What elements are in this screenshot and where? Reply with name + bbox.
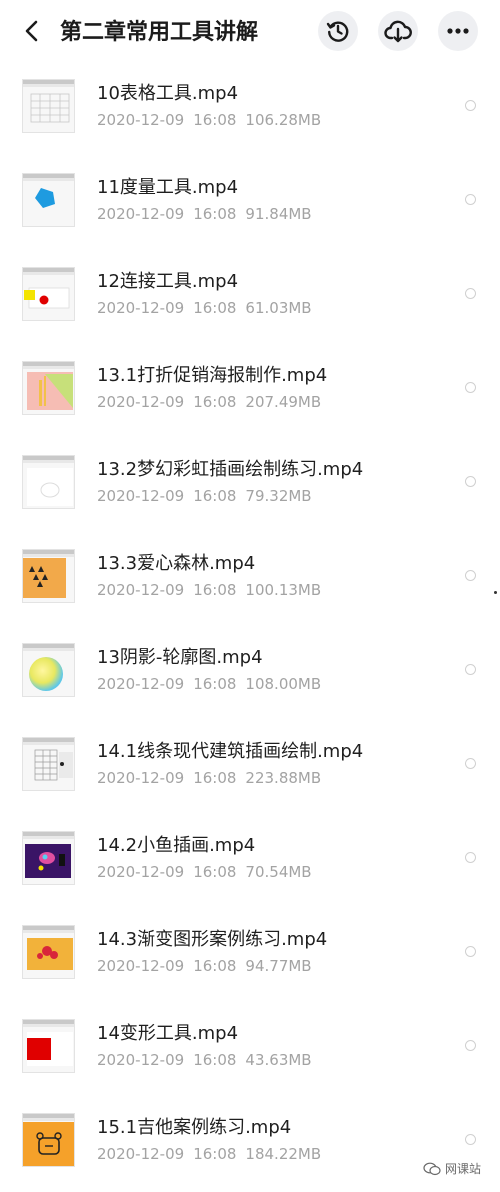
video-thumbnail [22, 643, 75, 697]
video-thumbnail [22, 455, 75, 509]
file-meta: 2020-12-09 16:08 61.03MB [97, 299, 312, 317]
file-meta: 2020-12-09 16:08 106.28MB [97, 111, 322, 129]
file-row[interactable]: 13.3爱心森林.mp4 2020-12-09 16:08 100.13MB [0, 532, 500, 626]
file-name: 12连接工具.mp4 [97, 271, 239, 292]
file-row[interactable]: 14.3渐变图形案例练习.mp4 2020-12-09 16:08 94.77MB [0, 908, 500, 1002]
file-meta: 2020-12-09 16:08 94.77MB [97, 957, 312, 975]
top-bar: 第二章常用工具讲解 [0, 0, 500, 62]
video-thumbnail [22, 267, 75, 321]
file-name: 14.3渐变图形案例练习.mp4 [97, 929, 328, 950]
file-name: 13阴影-轮廓图.mp4 [97, 647, 263, 668]
select-radio[interactable] [465, 1040, 476, 1051]
video-thumbnail [22, 737, 75, 791]
video-thumbnail [22, 549, 75, 603]
file-row[interactable]: 11度量工具.mp4 2020-12-09 16:08 91.84MB [0, 156, 500, 250]
select-radio[interactable] [465, 382, 476, 393]
file-meta: 2020-12-09 16:08 223.88MB [97, 769, 322, 787]
video-thumbnail [22, 79, 75, 133]
file-name: 15.1吉他案例练习.mp4 [97, 1117, 292, 1138]
file-meta: 2020-12-09 16:08 91.84MB [97, 205, 312, 223]
file-name: 13.2梦幻彩虹插画绘制练习.mp4 [97, 459, 364, 480]
select-radio[interactable] [465, 1134, 476, 1145]
history-icon [326, 21, 349, 42]
file-name: 13.1打折促销海报制作.mp4 [97, 365, 328, 386]
file-name: 11度量工具.mp4 [97, 177, 239, 198]
file-meta: 2020-12-09 16:08 184.22MB [97, 1145, 322, 1163]
select-radio[interactable] [465, 664, 476, 675]
select-radio[interactable] [465, 288, 476, 299]
wechat-icon [423, 1162, 441, 1175]
back-button[interactable] [18, 16, 46, 46]
file-row[interactable]: 10表格工具.mp4 2020-12-09 16:08 106.28MB [0, 62, 500, 156]
file-meta: 2020-12-09 16:08 100.13MB [97, 581, 322, 599]
file-meta: 2020-12-09 16:08 108.00MB [97, 675, 322, 693]
video-thumbnail [22, 1019, 75, 1073]
file-row[interactable]: 14.2小鱼插画.mp4 2020-12-09 16:08 70.54MB [0, 814, 500, 908]
file-name: 13.3爱心森林.mp4 [97, 553, 256, 574]
more-button[interactable] [438, 11, 478, 51]
file-row[interactable]: 13.1打折促销海报制作.mp4 2020-12-09 16:08 207.49MB [0, 344, 500, 438]
history-button[interactable] [318, 11, 358, 51]
watermark: 网课站 [423, 1160, 481, 1177]
file-name: 14.2小鱼插画.mp4 [97, 835, 256, 856]
select-radio[interactable] [465, 476, 476, 487]
watermark-text: 网课站 [445, 1162, 482, 1176]
select-radio[interactable] [465, 570, 476, 581]
file-meta: 2020-12-09 16:08 70.54MB [97, 863, 312, 881]
video-thumbnail [22, 173, 75, 227]
cloud-download-button[interactable] [378, 11, 418, 51]
video-thumbnail [22, 1113, 75, 1167]
file-row[interactable]: 14变形工具.mp4 2020-12-09 16:08 43.63MB [0, 1002, 500, 1096]
cloud-download-icon [384, 20, 412, 43]
video-thumbnail [22, 831, 75, 885]
select-radio[interactable] [465, 758, 476, 769]
file-name: 10表格工具.mp4 [97, 83, 239, 104]
file-row[interactable]: 14.1线条现代建筑插画绘制.mp4 2020-12-09 16:08 223.88… [0, 720, 500, 814]
file-meta: 2020-12-09 16:08 79.32MB [97, 487, 312, 505]
file-meta: 2020-12-09 16:08 207.49MB [97, 393, 322, 411]
video-thumbnail [22, 925, 75, 979]
select-radio[interactable] [465, 194, 476, 205]
file-row[interactable]: 12连接工具.mp4 2020-12-09 16:08 61.03MB [0, 250, 500, 344]
file-row[interactable]: 13阴影-轮廓图.mp4 2020-12-09 16:08 108.00MB [0, 626, 500, 720]
file-meta: 2020-12-09 16:08 43.63MB [97, 1051, 312, 1069]
select-radio[interactable] [465, 946, 476, 957]
select-radio[interactable] [465, 852, 476, 863]
file-name: 14.1线条现代建筑插画绘制.mp4 [97, 741, 364, 762]
video-thumbnail [22, 361, 75, 415]
select-radio[interactable] [465, 100, 476, 111]
back-icon [25, 20, 38, 42]
scroll-indicator [494, 591, 497, 594]
page-title: 第二章常用工具讲解 [60, 20, 259, 45]
file-name: 14变形工具.mp4 [97, 1023, 239, 1044]
file-row[interactable]: 13.2梦幻彩虹插画绘制练习.mp4 2020-12-09 16:08 79.32M… [0, 438, 500, 532]
more-icon [447, 28, 469, 34]
